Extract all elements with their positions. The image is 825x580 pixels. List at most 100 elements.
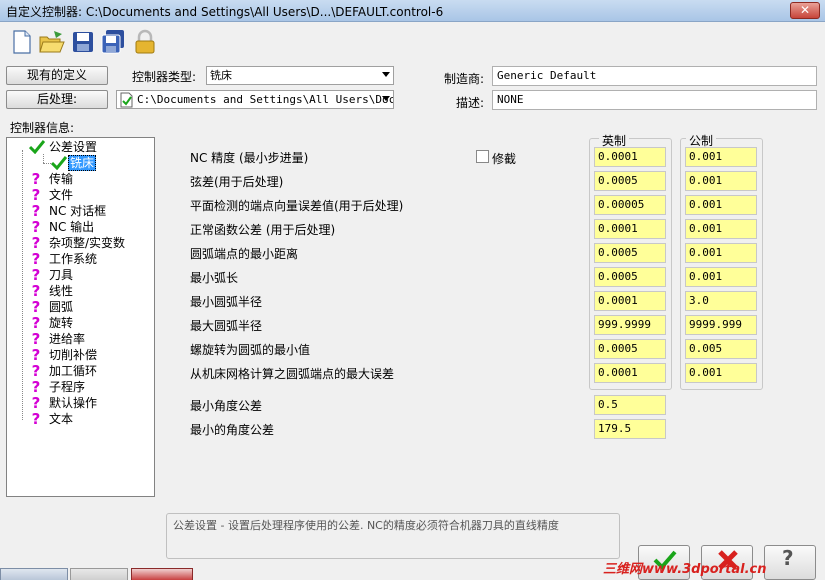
- param-inch-field[interactable]: 999.9999: [594, 315, 666, 335]
- tree-item-label: 文本: [49, 412, 74, 426]
- tree-item-label: NC 输出: [49, 220, 95, 234]
- param-label: NC 精度 (最小步进量): [190, 151, 309, 165]
- param-metric-field[interactable]: 0.001: [685, 363, 757, 383]
- param-inch-field[interactable]: 0.0005: [594, 243, 666, 263]
- param-metric-field[interactable]: 0.001: [685, 195, 757, 215]
- param-metric-field[interactable]: 0.001: [685, 219, 757, 239]
- manufacturer-label: 制造商:: [444, 72, 485, 86]
- tree-item-label: 铣床: [68, 155, 97, 171]
- param-label: 螺旋转为圆弧的最小值: [190, 343, 311, 357]
- question-icon: ?: [31, 282, 41, 300]
- angle-field[interactable]: 179.5: [594, 419, 666, 439]
- help-icon: ?: [782, 546, 794, 570]
- close-button[interactable]: ✕: [790, 2, 820, 19]
- save-all-button[interactable]: [100, 28, 126, 56]
- question-icon: ?: [31, 250, 41, 268]
- save-button[interactable]: [70, 28, 96, 56]
- question-icon: ?: [31, 394, 41, 412]
- question-icon: ?: [31, 298, 41, 316]
- tree-item-label: 子程序: [49, 380, 86, 394]
- tree-item-label: 默认操作: [49, 396, 98, 410]
- param-label: 最小弧长: [190, 271, 239, 285]
- new-file-icon: [13, 30, 31, 54]
- angle-field[interactable]: 0.5: [594, 395, 666, 415]
- param-label: 圆弧端点的最小距离: [190, 247, 299, 261]
- controller-type-label: 控制器类型:: [132, 70, 197, 84]
- new-file-button[interactable]: [8, 28, 34, 56]
- param-inch-field[interactable]: 0.0001: [594, 363, 666, 383]
- tree-item-label: 线性: [49, 284, 74, 298]
- lock-icon: [135, 29, 155, 54]
- param-metric-field[interactable]: 0.001: [685, 267, 757, 287]
- trim-checkbox[interactable]: [476, 150, 489, 163]
- check-icon: [29, 140, 45, 154]
- question-icon: ?: [31, 234, 41, 252]
- param-inch-field[interactable]: 0.00005: [594, 195, 666, 215]
- tree-item-label: 旋转: [49, 316, 74, 330]
- param-inch-field[interactable]: 0.0005: [594, 339, 666, 359]
- taskbar-item[interactable]: [70, 568, 128, 580]
- param-label: 正常函数公差 (用于后处理): [190, 223, 336, 237]
- tree-item-label: 加工循环: [49, 364, 98, 378]
- question-icon: ?: [31, 266, 41, 284]
- question-icon: ?: [31, 330, 41, 348]
- tree-item-label: 文件: [49, 188, 74, 202]
- tree-item-label: 圆弧: [49, 300, 74, 314]
- param-label: 最小圆弧半径: [190, 295, 263, 309]
- param-inch-field[interactable]: 0.0001: [594, 291, 666, 311]
- check-icon: [51, 156, 67, 170]
- tree-item-label: 刀具: [49, 268, 74, 282]
- question-icon: ?: [31, 378, 41, 396]
- tree-item-label: 切削补偿: [49, 348, 98, 362]
- question-icon: ?: [31, 218, 41, 236]
- controller-type-select[interactable]: 铣床: [206, 66, 394, 85]
- post-path-select[interactable]: C:\Documents and Settings\All Users\Docu: [116, 90, 394, 109]
- help-button[interactable]: ?: [764, 545, 816, 580]
- tree-item-label: 工作系统: [49, 252, 98, 266]
- question-icon: ?: [31, 314, 41, 332]
- title-bar: 自定义控制器: C:\Documents and Settings\All Us…: [0, 0, 825, 22]
- lock-button[interactable]: [132, 28, 158, 56]
- question-icon: ?: [31, 410, 41, 428]
- controller-info-label: 控制器信息:: [10, 121, 75, 135]
- question-icon: ?: [31, 362, 41, 380]
- param-inch-field[interactable]: 0.0005: [594, 171, 666, 191]
- param-metric-field[interactable]: 0.005: [685, 339, 757, 359]
- tree-item-label: NC 对话框: [49, 204, 107, 218]
- existing-definition-button[interactable]: 现有的定义: [6, 66, 108, 85]
- angle-label: 最小角度公差: [190, 399, 263, 413]
- tree-item-label: 公差设置: [49, 140, 98, 154]
- open-folder-icon: [39, 31, 65, 53]
- param-label: 弦差(用于后处理): [190, 175, 284, 189]
- param-metric-field[interactable]: 0.001: [685, 243, 757, 263]
- save-all-icon: [101, 30, 124, 54]
- trim-label: 修截: [492, 152, 517, 166]
- param-metric-field[interactable]: 9999.999: [685, 315, 757, 335]
- watermark: 三维网www.3dportal.cn: [603, 562, 767, 577]
- param-label: 最大圆弧半径: [190, 319, 263, 333]
- description-label: 描述:: [456, 96, 485, 110]
- param-inch-field[interactable]: 0.0001: [594, 219, 666, 239]
- param-metric-field[interactable]: 3.0: [685, 291, 757, 311]
- chevron-down-icon: [382, 72, 390, 77]
- question-icon: ?: [31, 346, 41, 364]
- post-button[interactable]: 后处理:: [6, 90, 108, 109]
- param-metric-field[interactable]: 0.001: [685, 171, 757, 191]
- param-metric-field[interactable]: 0.001: [685, 147, 757, 167]
- param-inch-field[interactable]: 0.0005: [594, 267, 666, 287]
- taskbar-item[interactable]: [0, 568, 68, 580]
- manufacturer-field[interactable]: Generic Default: [492, 66, 817, 86]
- question-icon: ?: [31, 202, 41, 220]
- param-inch-field[interactable]: 0.0001: [594, 147, 666, 167]
- description-field[interactable]: NONE: [492, 90, 817, 110]
- save-icon: [73, 32, 93, 52]
- param-label: 平面检测的端点向量误差值(用于后处理): [190, 199, 404, 213]
- file-check-icon: [120, 92, 133, 108]
- controller-type-value: 铣床: [210, 69, 232, 82]
- param-label: 从机床网格计算之圆弧端点的最大误差: [190, 367, 395, 381]
- controller-info-tree[interactable]: 公差设置 铣床 ? 传输 ? 文件 ? NC 对话框 ? NC 输出 ? 杂项整/实变数 …: [6, 137, 155, 497]
- open-file-button[interactable]: [38, 28, 65, 56]
- taskbar-item[interactable]: [131, 568, 193, 580]
- angle-label: 最小的角度公差: [190, 423, 275, 437]
- chevron-down-icon: [382, 96, 390, 101]
